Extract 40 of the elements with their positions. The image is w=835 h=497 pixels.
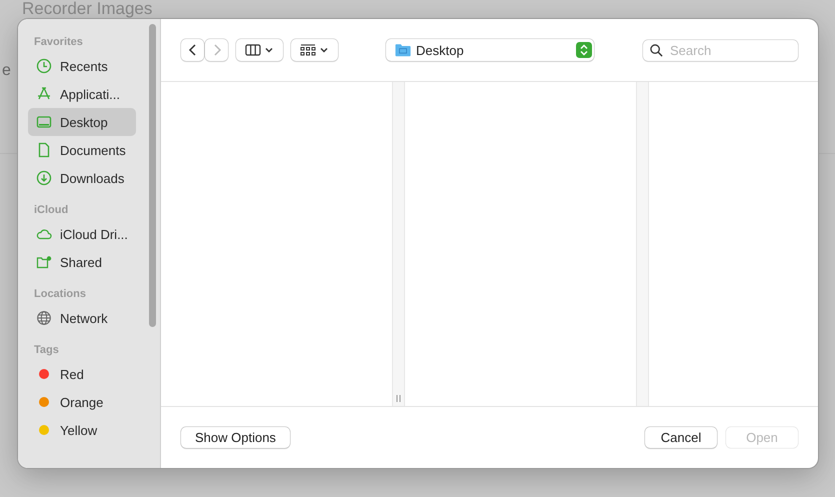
- section-header: Favorites: [33, 36, 84, 50]
- search-icon: [650, 44, 663, 56]
- sidebar-item[interactable]: Desktop: [28, 108, 136, 136]
- shared-folder-icon: [36, 254, 52, 270]
- sidebar-item[interactable]: Documents: [28, 136, 136, 164]
- column-view-button[interactable]: [236, 39, 283, 61]
- window-title: Recorder Images: [22, 0, 152, 17]
- columns-icon: [244, 44, 274, 56]
- grid-icon: [300, 44, 330, 56]
- download-icon: [36, 170, 52, 186]
- document-icon: [36, 142, 52, 158]
- sidebar-item[interactable]: Network: [28, 304, 136, 332]
- sidebar-item[interactable]: Red: [28, 360, 136, 388]
- back-button[interactable]: [181, 39, 204, 61]
- background-text: e: [2, 62, 11, 80]
- clock-icon: [36, 58, 52, 74]
- globe-icon: [36, 310, 52, 326]
- group-button[interactable]: [291, 39, 338, 61]
- location-dropdown[interactable]: Desktop: [386, 39, 594, 61]
- sidebar-item[interactable]: Recents: [28, 52, 136, 80]
- section-header: Tags: [33, 344, 60, 358]
- stepper-icon: [576, 42, 592, 58]
- show-options-button[interactable]: Show Options: [181, 427, 290, 448]
- section-header: iCloud: [33, 204, 70, 218]
- chevron-left-icon: [188, 44, 196, 56]
- chevron-right-icon: [214, 44, 221, 56]
- sidebar-item[interactable]: iCloud Dri...: [28, 220, 136, 248]
- sidebar-item[interactable]: Shared: [28, 248, 136, 276]
- folder-icon: [395, 43, 411, 57]
- resize-handle-icon[interactable]: [396, 395, 401, 402]
- search-field[interactable]: Search: [643, 40, 798, 60]
- sidebar-item[interactable]: Yellow: [28, 416, 136, 444]
- section-header: Locations: [33, 288, 87, 302]
- cancel-button[interactable]: Cancel: [645, 427, 717, 448]
- sidebar-item[interactable]: Downloads: [28, 164, 136, 192]
- desktop-icon: [36, 114, 52, 130]
- scrollbar[interactable]: [149, 24, 156, 327]
- sidebar-item[interactable]: Orange: [28, 388, 136, 416]
- apps-icon: [36, 86, 52, 102]
- sidebar-item[interactable]: Applicati...: [28, 80, 136, 108]
